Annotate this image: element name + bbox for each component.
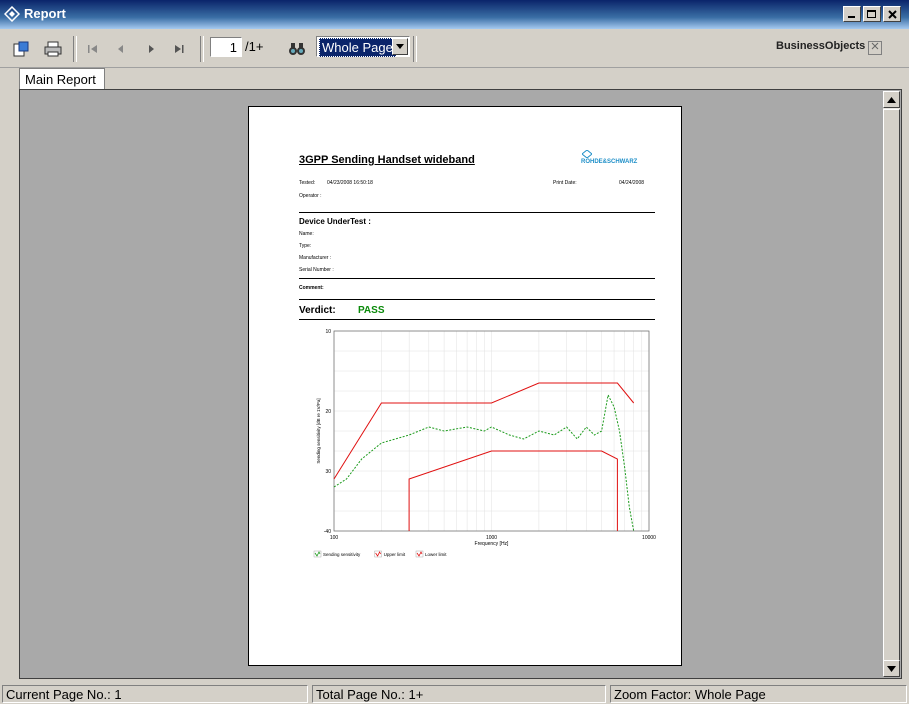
- tested-value: 04/23/2008 16:50:18: [327, 180, 373, 186]
- verdict-label: Verdict:: [299, 305, 336, 316]
- divider: [299, 212, 655, 213]
- next-page-button[interactable]: [142, 38, 160, 60]
- status-bar: Current Page No.: 1 Total Page No.: 1+ Z…: [0, 683, 909, 704]
- rohde-schwarz-logo-icon: [582, 150, 592, 158]
- previous-page-button[interactable]: [112, 38, 130, 60]
- y-tick-label: 20: [325, 409, 331, 415]
- print-date-value: 04/24/2008: [619, 180, 645, 186]
- x-tick-label: 100: [330, 535, 339, 541]
- report-app-icon: [4, 6, 20, 22]
- scroll-up-button[interactable]: [883, 91, 900, 108]
- arrow-up-icon: [887, 96, 896, 103]
- frequency-response-chart: 100 1000 10000102030-40Frequency [Hz]Sendi…: [313, 329, 656, 558]
- y-tick-label: 10: [325, 329, 331, 335]
- close-report-button[interactable]: [868, 41, 882, 55]
- first-page-icon: [88, 45, 97, 53]
- comment-label: Comment:: [299, 285, 324, 291]
- search-button[interactable]: [286, 38, 308, 60]
- toolbar-separator: [413, 36, 417, 62]
- close-button[interactable]: [883, 6, 901, 22]
- zoom-value: Whole Page: [319, 38, 396, 57]
- print-icon: [44, 41, 62, 57]
- status-zoom: Zoom Factor: Whole Page: [610, 685, 907, 703]
- zoom-select[interactable]: Whole Page: [316, 36, 410, 57]
- dut-name-label: Name:: [299, 231, 314, 237]
- page-total-label: /1+: [245, 39, 264, 54]
- export-icon: [13, 41, 29, 57]
- vertical-scrollbar[interactable]: [883, 91, 900, 677]
- legend-label: Upper limit: [384, 552, 406, 557]
- title-bar: Report: [0, 0, 909, 29]
- y-axis-label: Sending sensitivity [dB re 1V/Pa]: [316, 398, 321, 463]
- status-total-page: Total Page No.: 1+: [312, 685, 606, 703]
- window-title: Report: [24, 6, 66, 21]
- zoom-dropdown-button[interactable]: [392, 38, 408, 55]
- toolbar: 1 /1+ Whole Page BusinessObjects: [0, 29, 909, 68]
- export-button[interactable]: [10, 38, 32, 60]
- minimize-icon: [848, 16, 855, 18]
- tested-label: Tested:: [299, 180, 316, 186]
- x-tick-label: 10000: [642, 535, 656, 541]
- print-button[interactable]: [42, 38, 64, 60]
- report-title: 3GPP Sending Handset wideband: [299, 154, 475, 166]
- measured-series-line: [333, 393, 635, 532]
- dut-type-label: Type:: [299, 243, 312, 249]
- report-viewer: 3GPP Sending Handset wideband ROHDE&SCHW…: [19, 89, 902, 679]
- toolbar-separator: [200, 36, 204, 62]
- verdict-value: PASS: [358, 305, 385, 316]
- maximize-icon: [867, 9, 876, 18]
- close-icon: [871, 42, 879, 50]
- report-page: 3GPP Sending Handset wideband ROHDE&SCHW…: [248, 106, 682, 666]
- y-tick-label: 30: [325, 469, 331, 475]
- scroll-thumb[interactable]: [883, 109, 900, 661]
- divider: [299, 278, 655, 279]
- operator-label: Operator :: [299, 193, 322, 199]
- divider: [299, 299, 655, 300]
- rohde-schwarz-logo: ROHDE&SCHWARZ: [581, 159, 638, 165]
- legend-label: Lower limit: [425, 552, 447, 557]
- legend-label: Sending sensitivity: [323, 552, 361, 557]
- scroll-down-button[interactable]: [883, 660, 900, 677]
- toolbar-separator: [73, 36, 77, 62]
- window-controls: [843, 6, 901, 22]
- dut-serial-label: Serial Number :: [299, 267, 334, 273]
- page-number-input[interactable]: 1: [210, 37, 242, 57]
- status-current-page: Current Page No.: 1: [2, 685, 308, 703]
- next-page-icon: [149, 45, 154, 53]
- dut-heading: Device UnderTest :: [299, 217, 371, 226]
- x-axis-label: Frequency [Hz]: [475, 541, 510, 547]
- maximize-button[interactable]: [863, 6, 881, 22]
- tab-main-report[interactable]: Main Report: [19, 68, 105, 90]
- dut-manufacturer-label: Manufacturer :: [299, 255, 332, 261]
- first-page-button[interactable]: [84, 38, 102, 60]
- y-tick-label: -40: [324, 529, 331, 535]
- binoculars-icon: [289, 43, 305, 55]
- previous-page-icon: [118, 45, 123, 53]
- print-date-label: Print Date:: [553, 180, 577, 186]
- businessobjects-logo: BusinessObjects: [776, 40, 866, 52]
- close-icon: [887, 9, 897, 19]
- arrow-down-icon: [887, 665, 896, 672]
- last-page-button[interactable]: [170, 38, 188, 60]
- last-page-icon: [175, 45, 184, 53]
- chevron-down-icon: [396, 44, 404, 49]
- minimize-button[interactable]: [843, 6, 861, 22]
- tab-row: Main Report: [0, 68, 909, 90]
